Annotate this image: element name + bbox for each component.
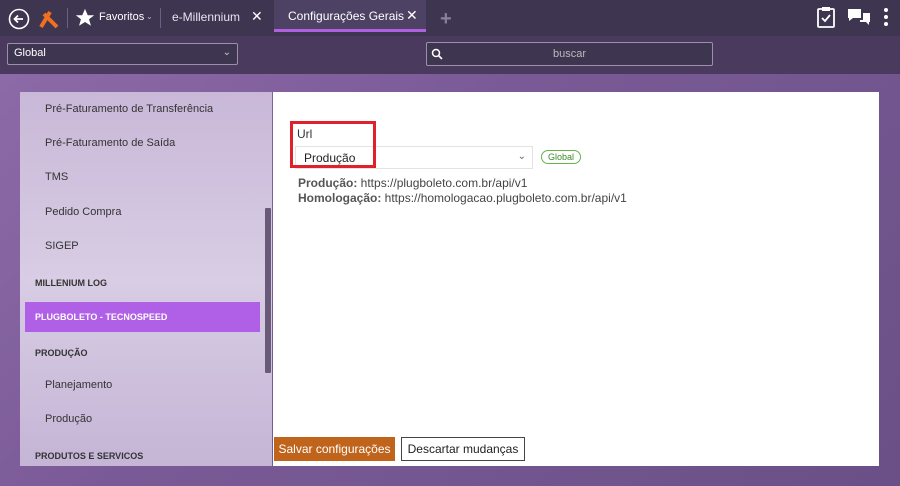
sidebar-scrollbar[interactable] (265, 208, 271, 373)
tab-configuracoes-gerais[interactable]: Configurações Gerais ✕ (274, 0, 426, 32)
clipboard-check-icon[interactable] (816, 6, 836, 33)
scope-badge: Global (541, 150, 582, 164)
close-icon[interactable]: ✕ (251, 8, 263, 25)
sidebar-item[interactable]: Pré-Faturamento de Transferência (20, 103, 260, 115)
tab-label: e-Millennium (172, 10, 241, 24)
favorites-menu[interactable]: Favoritos (99, 11, 144, 23)
info-value: https://homologacao.plugboleto.com.br/ap… (381, 191, 627, 205)
tab-label: Configurações Gerais (288, 9, 405, 23)
chevron-down-icon: ⌄ (222, 47, 231, 58)
top-right-actions (816, 6, 890, 33)
more-vertical-icon[interactable] (882, 7, 890, 32)
info-line-production: Produção: https://plugboleto.com.br/api/… (298, 176, 527, 190)
top-bar: Favoritos ⌄ e-Millennium ✕ Configurações… (0, 0, 900, 36)
chevron-down-icon: ⌄ (146, 12, 153, 21)
save-settings-button[interactable]: Salvar configurações (274, 437, 395, 461)
discard-changes-button[interactable]: Descartar mudanças (401, 437, 525, 461)
star-icon[interactable] (74, 7, 96, 29)
sidebar-item[interactable]: Pedido Compra (20, 206, 260, 218)
sidebar-item[interactable]: Planejamento (20, 379, 260, 391)
sidebar-item[interactable]: Produção (20, 413, 260, 425)
settings-panel: Url Produção ⌄ Global Produção: https://… (273, 92, 879, 466)
sidebar-section-header[interactable]: MILLENIUM LOG (20, 278, 260, 288)
chevron-down-icon: ⌄ (517, 151, 526, 162)
close-icon[interactable]: ✕ (406, 7, 418, 24)
scope-select[interactable]: Global ⌄ (7, 43, 238, 65)
back-arrow-icon[interactable] (8, 8, 30, 30)
sidebar-section-header[interactable]: PRODUÇÃO (20, 348, 260, 358)
sidebar-section-header[interactable]: PRODUTOS E SERVICOS (20, 451, 260, 461)
add-tab-icon[interactable]: + (440, 8, 452, 31)
sidebar-item[interactable]: TMS (20, 171, 260, 183)
divider (67, 8, 68, 28)
scope-select-value: Global (14, 47, 46, 59)
highlight-box (290, 121, 376, 168)
info-key: Homologação: (298, 191, 382, 205)
info-value: https://plugboleto.com.br/api/v1 (357, 176, 528, 190)
sidebar-item-active[interactable]: PLUGBOLETO - TECNOSPEED (25, 302, 260, 332)
settings-sidebar: Pré-Faturamento de Transferência Pré-Fat… (20, 92, 272, 466)
chat-icon[interactable] (846, 7, 872, 32)
divider (160, 8, 161, 28)
sidebar-item[interactable]: Pré-Faturamento de Saída (20, 137, 260, 149)
app-logo-icon[interactable] (38, 6, 60, 30)
info-line-homologation: Homologação: https://homologacao.plugbol… (298, 191, 627, 205)
search-input[interactable]: buscar (426, 42, 713, 66)
search-placeholder: buscar (552, 48, 587, 60)
info-key: Produção: (298, 176, 358, 190)
sidebar-item[interactable]: SIGEP (20, 240, 260, 252)
tab-e-millennium[interactable]: e-Millennium ✕ (168, 0, 268, 32)
